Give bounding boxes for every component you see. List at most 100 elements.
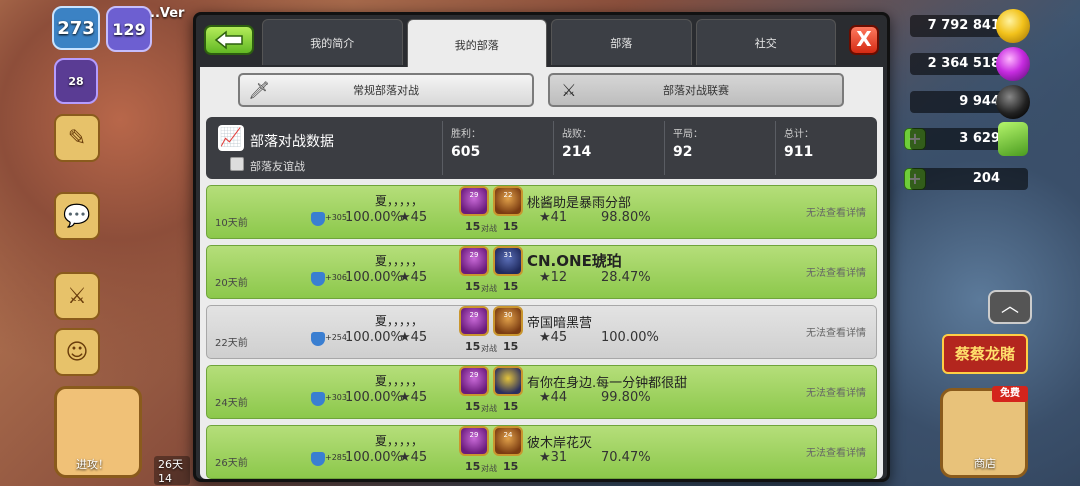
opponent-stars: ★41	[539, 210, 567, 225]
our-war-size: 15	[465, 280, 481, 293]
clan-info-button[interactable]: ✎	[54, 114, 100, 162]
star-icon: ★	[539, 450, 551, 465]
league-level: 28	[68, 74, 84, 88]
details-unavailable: 无法查看详情	[806, 448, 866, 459]
war-log-row[interactable]: 24天前 +303 夏，，，，， 100.00% ★45 29 15 对战 15…	[206, 365, 877, 419]
shield-icon	[311, 452, 325, 466]
league-badge[interactable]: 28	[54, 58, 98, 104]
our-clan-name: 夏，，，，，	[375, 434, 424, 448]
close-button[interactable]: X	[849, 25, 879, 55]
opponent-war-size: 15	[503, 460, 519, 473]
war-trophies: +303	[325, 393, 347, 402]
opponent-war-size: 15	[503, 340, 519, 353]
stats-title: 部落对战数据	[250, 134, 334, 150]
war-date: 10天前	[215, 218, 248, 229]
details-unavailable: 无法查看详情	[806, 208, 866, 219]
details-unavailable: 无法查看详情	[806, 388, 866, 399]
wins-value: 605	[451, 144, 481, 160]
details-unavailable: 无法查看详情	[806, 268, 866, 279]
opponent-destruction: 70.47%	[601, 450, 651, 465]
war-trophies: +285	[325, 453, 347, 462]
back-button[interactable]	[204, 25, 254, 55]
opponent-destruction: 99.80%	[601, 390, 651, 405]
our-stars-value: 45	[410, 330, 428, 345]
opponent-stars-value: 44	[550, 390, 568, 405]
star-icon: ★	[399, 210, 411, 225]
star-icon: ★	[399, 450, 411, 465]
arrow-left-icon	[214, 30, 243, 50]
war-trophies: +305	[325, 213, 347, 222]
opponent-clan-badge: 22	[493, 186, 523, 216]
builder-button[interactable]: ☺	[54, 328, 100, 376]
our-clan-badge: 29	[459, 426, 489, 456]
tab-social[interactable]: 社交	[695, 19, 836, 65]
star-icon: ★	[539, 330, 551, 345]
elixir-icon	[996, 47, 1030, 81]
chat-button[interactable]: 💬	[54, 192, 100, 240]
total-value: 911	[784, 144, 814, 160]
opponent-stars: ★45	[539, 330, 567, 345]
tab-my-profile[interactable]: 我的简介	[262, 19, 403, 65]
our-clan-badge: 29	[459, 366, 489, 396]
regular-war-tab[interactable]: 🗡 常规部落对战	[238, 73, 534, 107]
war-date: 20天前	[215, 278, 248, 289]
war-log-row[interactable]: 20天前 +306 夏，，，，， 100.00% ★45 29 31 15 对战…	[206, 245, 877, 299]
tab-clans[interactable]: 部落	[551, 19, 692, 65]
opponent-stars-value: 41	[550, 210, 568, 225]
stat-total: 总计： 911	[775, 121, 881, 175]
our-stars: ★45	[399, 330, 427, 345]
star-icon: ★	[399, 270, 411, 285]
our-war-size: 15	[465, 340, 481, 353]
tab-my-clan[interactable]: 我的部落	[406, 19, 547, 69]
opponent-clan-name: 彼木岸花灭	[527, 436, 593, 451]
details-unavailable: 无法查看详情	[806, 328, 866, 339]
our-clan-name: 夏，，，，，	[375, 374, 424, 388]
war-date: 26天前	[215, 458, 248, 469]
timer-label: 26天 14	[154, 456, 190, 485]
our-clan-badge: 29	[459, 306, 489, 336]
opponent-clan-badge: 30	[493, 306, 523, 336]
war-log-row[interactable]: 10天前 +305 夏，，，，， 100.00% ★45 29 22 15 对战…	[206, 185, 877, 239]
our-destruction: 100.00%	[345, 210, 403, 225]
friendly-war-checkbox[interactable]	[230, 157, 244, 171]
our-clan-badge: 29	[459, 246, 489, 276]
war-log-row[interactable]: 22天前 +254 夏，，，，， 100.00% ★45 29 30 15 对战…	[206, 305, 877, 359]
gold-icon	[996, 9, 1030, 43]
chat-icon: 💬	[63, 203, 91, 229]
clan-war-log-modal: 我的简介 我的部落 部落 社交 X 🗡 常规部落对战 ⚔ 部落对战联赛 📈 部落…	[193, 12, 890, 482]
chart-icon: 📈	[218, 125, 244, 151]
war-league-label: 部落对战联赛	[663, 84, 729, 97]
star-icon: ★	[539, 390, 551, 405]
war-log-row[interactable]: 26天前 +285 夏，，，，， 100.00% ★45 29 24 15 对战…	[206, 425, 877, 479]
opponent-clan-badge: 24	[493, 426, 523, 456]
war-stats-bar: 📈 部落对战数据 部落友谊战 胜利： 605 战败： 214 平局： 92 总计…	[206, 117, 877, 179]
chevron-up-icon: ︿	[1001, 296, 1019, 317]
our-stars: ★45	[399, 270, 427, 285]
clan-war-button[interactable]: ⚔	[54, 272, 100, 320]
xp-level: 273	[57, 17, 95, 39]
xp-level-badge[interactable]: 273	[52, 6, 100, 50]
builder-amount: 204	[910, 168, 1028, 190]
our-war-size: 15	[465, 400, 481, 413]
attack-label: 进攻！	[76, 458, 109, 471]
opponent-destruction: 28.47%	[601, 270, 651, 285]
townhall-level-badge[interactable]: 129	[106, 6, 152, 52]
crossed-swords-icon: ⚔	[561, 81, 577, 101]
draws-value: 92	[673, 144, 693, 160]
opponent-clan-badge	[493, 366, 523, 396]
our-stars-value: 45	[410, 390, 428, 405]
opponent-destruction: 98.80%	[601, 210, 651, 225]
opponent-stars-value: 45	[550, 330, 568, 345]
war-league-tab[interactable]: ⚔ 部落对战联赛	[548, 73, 844, 107]
our-clan-name: 夏，，，，，	[375, 254, 424, 268]
shield-icon	[311, 332, 325, 346]
event-banner[interactable]: 蔡蔡龙賭	[942, 334, 1028, 374]
vs-label: 对战	[481, 224, 497, 233]
opponent-stars-value: 12	[550, 270, 568, 285]
stat-losses: 战败： 214	[553, 121, 659, 175]
our-clan-name: 夏，，，，，	[375, 314, 424, 328]
shield-icon	[311, 392, 325, 406]
losses-label: 战败：	[562, 129, 592, 140]
shop-label: 商店	[974, 457, 996, 470]
scroll-up-button[interactable]: ︿	[988, 290, 1032, 324]
